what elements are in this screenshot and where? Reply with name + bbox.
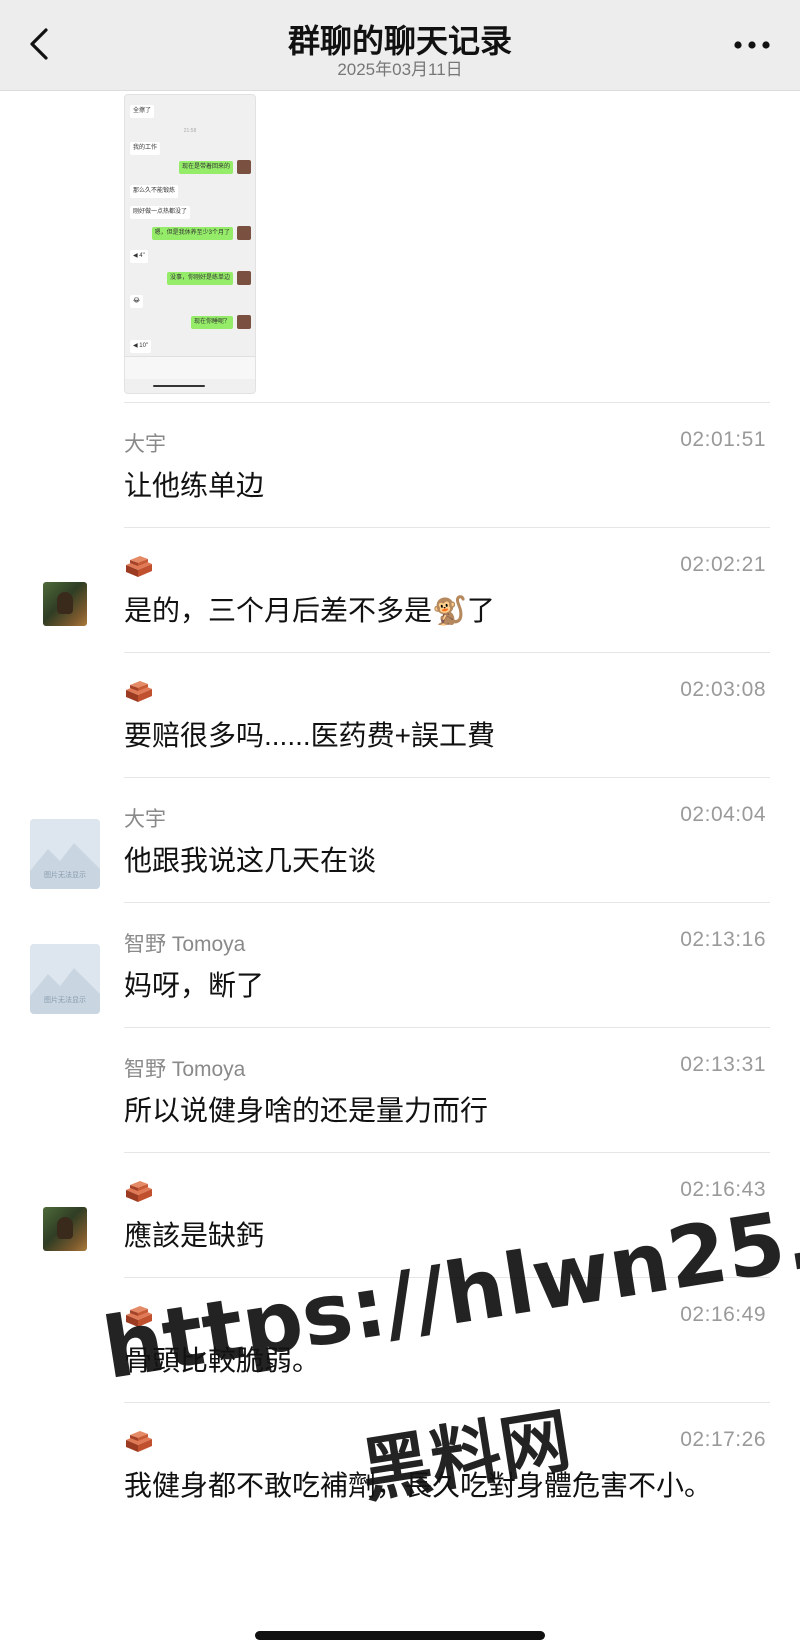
- message-text: 他跟我说这几天在谈: [124, 845, 377, 876]
- thumb-timestamp: 21:58: [183, 128, 197, 134]
- thumb-bubble: 全擦了: [130, 105, 155, 118]
- message-row[interactable]: 图片无法显示 大宇 02:04:04 他跟我说这几天在谈: [0, 777, 800, 909]
- avatar-photo: [43, 582, 87, 626]
- thumb-bubble: 我的工作: [130, 142, 161, 155]
- message-row[interactable]: 大宇 02:01:51 让他练单边: [0, 402, 800, 534]
- message-row[interactable]: 02:03:08 要赔很多吗......医药费+誤工費: [0, 652, 800, 784]
- message-divider: [124, 1277, 770, 1278]
- thumb-avatar: [237, 226, 251, 240]
- message-row[interactable]: 02:17:26 我健身都不敢吃補劑，長久吃對身體危害不小。: [0, 1402, 800, 1534]
- message-divider: [124, 527, 770, 528]
- avatar[interactable]: [30, 569, 100, 639]
- message-text: 妈呀，断了: [124, 970, 265, 1001]
- message-timestamp: 02:01:51: [680, 428, 766, 451]
- message-row[interactable]: 02:16:43 應該是缺鈣: [0, 1152, 800, 1284]
- thumb-bubble: ◀ 10": [130, 340, 152, 353]
- thumb-bubble: 刚好做一点热都没了: [130, 206, 191, 219]
- thumb-home-indicator: [153, 385, 205, 387]
- message-text: 骨頭比較脆弱。: [124, 1345, 321, 1376]
- message-row[interactable]: 图片无法显示 智野 Tomoya 02:13:16 妈呀，断了: [0, 902, 800, 1034]
- thumb-avatar: [237, 160, 251, 174]
- message-divider: [124, 402, 770, 403]
- brick-icon: [124, 1303, 154, 1329]
- message-timestamp: 02:17:26: [680, 1428, 766, 1451]
- message-timestamp: 02:16:49: [680, 1303, 766, 1326]
- message-row[interactable]: 02:16:49 骨頭比較脆弱。: [0, 1277, 800, 1409]
- thumb-input-bar: [125, 356, 255, 379]
- shared-screenshot-image[interactable]: 全擦了 21:58 我的工作现在是带着回来的那么久不能锻炼 刚好做一点热都没了嗯，但是…: [124, 94, 256, 394]
- thumb-bubble: 没事，你刚好是练单边: [166, 272, 233, 285]
- avatar-placeholder[interactable]: 图片无法显示: [30, 944, 100, 1014]
- nav-header: 群聊的聊天记录 2025年03月11日: [0, 0, 800, 91]
- message-divider: [124, 652, 770, 653]
- message-divider: [124, 777, 770, 778]
- brick-icon: [124, 1428, 154, 1454]
- thumb-bubble: 😂: [130, 295, 144, 308]
- message-row[interactable]: 智野 Tomoya 02:13:31 所以说健身啥的还是量力而行: [0, 1027, 800, 1159]
- message-divider: [124, 1402, 770, 1403]
- message-text: 所以说健身啥的还是量力而行: [124, 1095, 489, 1126]
- thumb-bubble: ◀ 4": [130, 250, 148, 263]
- sender-name: 智野 Tomoya: [124, 933, 246, 956]
- more-button[interactable]: [730, 30, 774, 60]
- message-text: 要赔很多吗......医药费+誤工費: [124, 720, 496, 751]
- message-timestamp: 02:02:21: [680, 553, 766, 576]
- message-text: 我健身都不敢吃補劑，長久吃對身體危害不小。: [124, 1470, 713, 1501]
- message-text: 應該是缺鈣: [124, 1220, 265, 1251]
- sender-name: 大宇: [124, 433, 166, 456]
- more-horizontal-icon: [734, 41, 770, 49]
- message-divider: [124, 902, 770, 903]
- avatar[interactable]: [30, 1194, 100, 1264]
- message-timestamp: 02:03:08: [680, 678, 766, 701]
- message-text: 是的，三个月后差不多是🐒了: [124, 595, 495, 626]
- thumb-bubble: 现在你睡呢？: [190, 316, 233, 329]
- message-text: 让他练单边: [124, 470, 265, 501]
- page-date: 2025年03月11日: [337, 60, 463, 79]
- thumb-bubble: 那么久不能锻炼: [130, 185, 179, 198]
- image-placeholder-icon: 图片无法显示: [30, 944, 100, 1014]
- sender-name: 智野 Tomoya: [124, 1058, 246, 1081]
- message-timestamp: 02:13:16: [680, 928, 766, 951]
- message-timestamp: 02:16:43: [680, 1178, 766, 1201]
- brick-icon: [124, 678, 154, 704]
- thumb-avatar: [237, 315, 251, 329]
- sender-name: 大宇: [124, 808, 166, 831]
- svg-text:图片无法显示: 图片无法显示: [44, 995, 86, 1004]
- message-divider: [124, 1152, 770, 1153]
- avatar-photo: [43, 1207, 87, 1251]
- thumb-avatar: [237, 271, 251, 285]
- thumb-bubble: 现在是带着回来的: [178, 161, 233, 174]
- avatar-placeholder[interactable]: 图片无法显示: [30, 819, 100, 889]
- message-row[interactable]: 02:02:21 是的，三个月后差不多是🐒了: [0, 527, 800, 659]
- message-timestamp: 02:13:31: [680, 1053, 766, 1076]
- message-divider: [124, 1027, 770, 1028]
- message-timestamp: 02:04:04: [680, 803, 766, 826]
- home-indicator: [255, 1631, 545, 1640]
- image-placeholder-icon: 图片无法显示: [30, 819, 100, 889]
- brick-icon: [124, 553, 154, 579]
- svg-text:图片无法显示: 图片无法显示: [44, 870, 86, 879]
- thumb-bubble: 嗯，但是我休养至少3个月了: [151, 227, 233, 240]
- brick-icon: [124, 1178, 154, 1204]
